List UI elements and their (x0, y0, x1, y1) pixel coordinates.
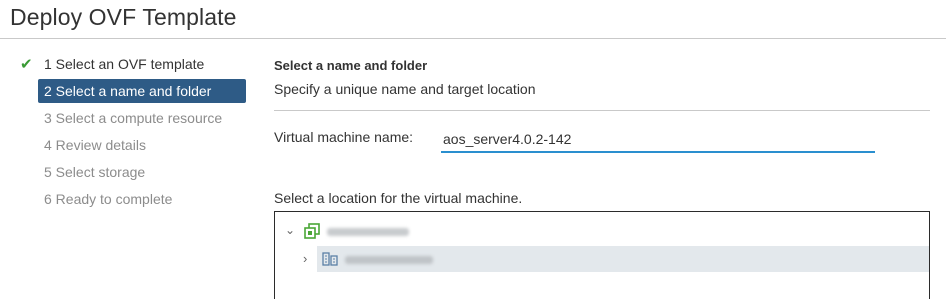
chevron-right-icon[interactable]: › (303, 251, 307, 266)
location-label: Select a location for the virtual machin… (274, 190, 523, 206)
location-tree: ⌄ › (274, 211, 930, 299)
page-title: Deploy OVF Template (10, 4, 237, 30)
step-label: 6 Ready to complete (44, 191, 173, 207)
step-select-ovf-template[interactable]: ✔ 1 Select an OVF template (18, 52, 254, 79)
step-select-storage: 5 Select storage (18, 160, 254, 187)
step-select-compute-resource: 3 Select a compute resource (18, 106, 254, 133)
step-ready-to-complete: 6 Ready to complete (18, 187, 254, 214)
chevron-down-icon[interactable]: ⌄ (285, 223, 295, 237)
checkmark-icon: ✔ (20, 56, 33, 73)
datacenter-icon (322, 252, 338, 266)
step-label: 3 Select a compute resource (44, 110, 223, 126)
section-subtitle: Specify a unique name and target locatio… (274, 81, 536, 97)
vcenter-icon (304, 223, 320, 239)
tree-node-datacenter[interactable] (317, 246, 929, 272)
main-panel: Select a name and folder Specify a uniqu… (274, 58, 930, 299)
step-label: 1 Select an OVF template (44, 56, 205, 72)
redacted-vcenter-name (327, 228, 409, 236)
vm-name-input[interactable] (441, 127, 875, 153)
section-divider (274, 110, 930, 111)
vm-name-label: Virtual machine name: (274, 129, 414, 145)
section-title: Select a name and folder (274, 58, 428, 73)
vm-name-row: Virtual machine name: (274, 127, 930, 153)
step-label: 4 Review details (44, 137, 146, 153)
step-select-name-and-folder[interactable]: 2 Select a name and folder (38, 79, 246, 103)
step-review-details: 4 Review details (18, 133, 254, 160)
step-label: 2 Select a name and folder (44, 83, 212, 99)
title-divider (0, 38, 946, 39)
deploy-ovf-wizard: Deploy OVF Template ✔ 1 Select an OVF te… (0, 0, 948, 299)
step-label: 5 Select storage (44, 164, 146, 180)
redacted-datacenter-name (345, 256, 433, 264)
wizard-steps: ✔ 1 Select an OVF template 2 Select a na… (18, 52, 254, 214)
tree-node-vcenter[interactable]: ⌄ (275, 219, 929, 245)
